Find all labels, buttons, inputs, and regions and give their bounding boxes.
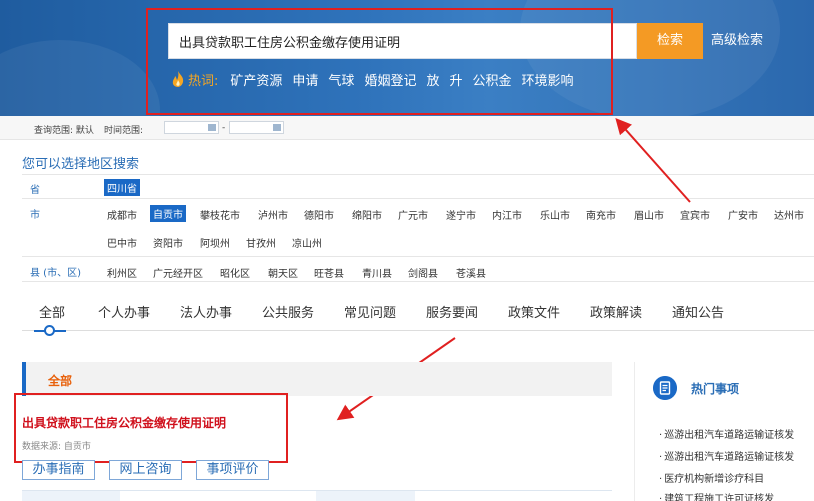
- city-item[interactable]: 攀枝花市: [200, 207, 240, 222]
- tab-policy-interpretation[interactable]: 政策解读: [590, 302, 642, 321]
- city-item[interactable]: 自贡市: [150, 205, 186, 222]
- city-item[interactable]: 泸州市: [258, 207, 288, 222]
- tab-all[interactable]: 全部: [39, 302, 65, 321]
- county-item[interactable]: 昭化区: [220, 265, 250, 280]
- tab-personal[interactable]: 个人办事: [98, 302, 150, 321]
- city-item[interactable]: 绵阳市: [352, 207, 382, 222]
- city-label: 市: [30, 210, 40, 221]
- guide-button[interactable]: 办事指南: [22, 460, 95, 480]
- city-row: 市 成都市 自贡市 攀枝花市 泸州市 德阳市 绵阳市 广元市 遂宁市 内江市 乐…: [22, 198, 814, 256]
- province-label: 省: [30, 185, 40, 196]
- city-item[interactable]: 眉山市: [634, 207, 664, 222]
- results-section-header: 全部: [22, 362, 612, 396]
- county-item[interactable]: 利州区: [107, 265, 137, 280]
- city-item[interactable]: 广安市: [728, 207, 758, 222]
- annotation-box-search: [146, 8, 613, 115]
- city-item[interactable]: 阿坝州: [200, 235, 230, 250]
- hot-item[interactable]: 巡游出租汽车道路运输证核发: [659, 426, 794, 441]
- city-item[interactable]: 达州市: [774, 207, 804, 222]
- tab-legal-person[interactable]: 法人办事: [180, 302, 232, 321]
- start-date-input[interactable]: [164, 121, 219, 134]
- city-item[interactable]: 资阳市: [153, 235, 183, 250]
- county-item[interactable]: 剑阁县: [408, 265, 438, 280]
- tab-policy-documents[interactable]: 政策文件: [508, 302, 560, 321]
- tab-service-news[interactable]: 服务要闻: [426, 302, 478, 321]
- hot-item[interactable]: 巡游出租汽车道路运输证核发: [659, 448, 794, 463]
- online-consult-button[interactable]: 网上咨询: [109, 460, 182, 480]
- time-range-label: 时间范围:: [104, 126, 144, 136]
- city-item[interactable]: 南充市: [586, 207, 616, 222]
- hot-items-title: 热门事项: [691, 382, 740, 396]
- county-label: 县 (市、区): [30, 268, 81, 279]
- city-item[interactable]: 内江市: [492, 207, 522, 222]
- county-item[interactable]: 朝天区: [268, 265, 298, 280]
- calendar-icon[interactable]: [273, 124, 281, 131]
- hot-item[interactable]: 医疗机构新增诊疗科目: [659, 470, 764, 485]
- advanced-search-link[interactable]: 高级检索: [711, 23, 763, 59]
- county-item[interactable]: 旺苍县: [314, 265, 344, 280]
- province-row: 省 四川省: [22, 174, 814, 198]
- province-item[interactable]: 四川省: [104, 179, 140, 196]
- tab-divider: [22, 330, 814, 331]
- county-item[interactable]: 苍溪县: [456, 265, 486, 280]
- city-item[interactable]: 宜宾市: [680, 207, 710, 222]
- strip-cell: [120, 491, 316, 501]
- annotation-box-result: [14, 393, 288, 463]
- hot-item[interactable]: 建筑工程施工许可证核发: [659, 490, 774, 501]
- city-item[interactable]: 巴中市: [107, 235, 137, 250]
- city-item[interactable]: 遂宁市: [446, 207, 476, 222]
- city-item[interactable]: 广元市: [398, 207, 428, 222]
- city-item[interactable]: 凉山州: [292, 235, 322, 250]
- city-item[interactable]: 德阳市: [304, 207, 334, 222]
- county-row: 县 (市、区) 利州区 广元经开区 昭化区 朝天区 旺苍县 青川县 剑阁县 苍溪…: [22, 256, 814, 282]
- region-title: 您可以选择地区搜索: [22, 157, 140, 172]
- search-button[interactable]: 检索: [637, 23, 703, 59]
- active-tab-indicator: [44, 325, 55, 336]
- city-item[interactable]: 成都市: [107, 207, 137, 222]
- query-scope-label: 查询范围: 默认: [34, 126, 94, 136]
- result-detail-strip: [22, 490, 612, 501]
- city-item[interactable]: 乐山市: [540, 207, 570, 222]
- county-item[interactable]: 青川县: [362, 265, 392, 280]
- section-marker: [22, 362, 26, 396]
- tab-public-service[interactable]: 公共服务: [262, 302, 314, 321]
- hot-items-panel: 热门事项 巡游出租汽车道路运输证核发 巡游出租汽车道路运输证核发 医疗机构新增诊…: [634, 362, 814, 501]
- tab-faq[interactable]: 常见问题: [344, 302, 396, 321]
- tab-notices[interactable]: 通知公告: [672, 302, 724, 321]
- end-date-input[interactable]: [229, 121, 284, 134]
- city-item[interactable]: 甘孜州: [246, 235, 276, 250]
- evaluate-button[interactable]: 事项评价: [196, 460, 269, 480]
- query-range-bar: 查询范围: 默认 时间范围: -: [0, 116, 814, 140]
- calendar-icon[interactable]: [208, 124, 216, 131]
- date-separator: -: [222, 123, 226, 133]
- strip-cell: [415, 491, 612, 501]
- category-tabs: 全部 个人办事 法人办事 公共服务 常见问题 服务要闻 政策文件 政策解读 通知…: [22, 300, 814, 340]
- document-icon: [653, 376, 677, 400]
- results-section-title: 全部: [48, 374, 73, 388]
- county-item[interactable]: 广元经开区: [153, 265, 203, 280]
